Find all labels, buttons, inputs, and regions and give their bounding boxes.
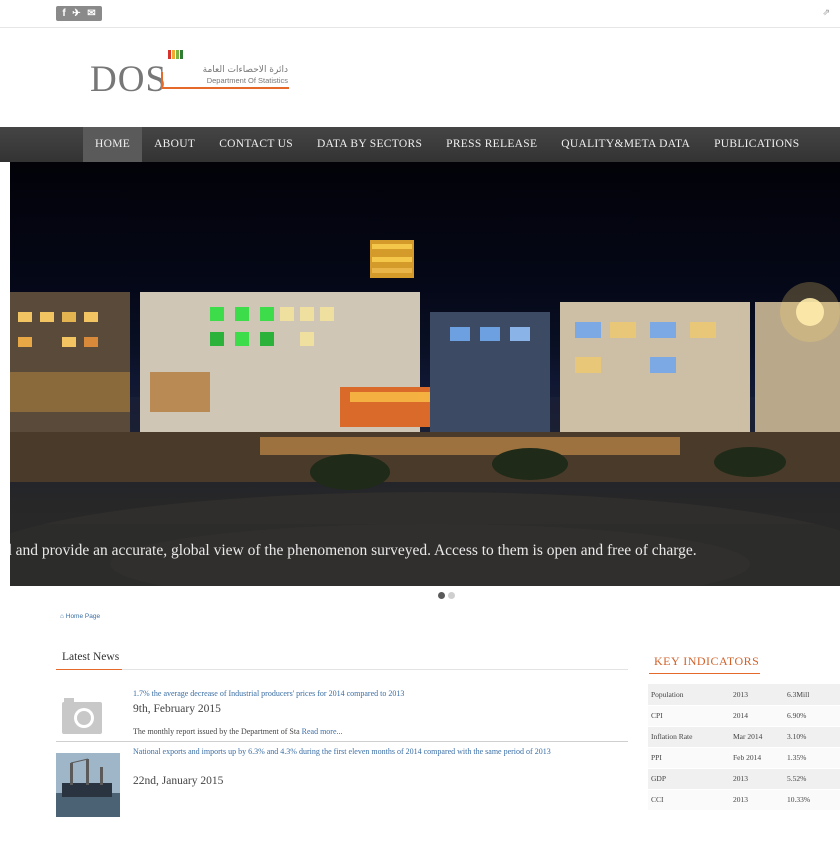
table-row: GDP 2013 5.52% [648,768,840,790]
camera-placeholder-icon [62,698,102,734]
news-date: 22nd, January 2015 [133,775,224,787]
indicator-name: Inflation Rate [648,726,730,748]
main-nav: HOME ABOUT CONTACT US DATA BY SECTORS PR… [0,127,840,162]
indicator-value: 5.52% [784,768,840,790]
news-headline-link[interactable]: National exports and imports up by 6.3% … [133,744,653,759]
nav-data-by-sectors[interactable]: DATA BY SECTORS [305,127,434,162]
hero-caption: d and provide an accurate, global view o… [10,542,697,559]
indicator-period: Feb 2014 [730,747,784,769]
indicator-name: PPI [648,747,730,769]
ship-photo-thumbnail[interactable] [56,753,120,817]
latest-news-underline [56,669,122,670]
indicator-name: GDP [648,768,730,790]
table-row: PPI Feb 2014 1.35% [648,747,840,769]
indicator-value: 10.33% [784,789,840,811]
hero-caption-bar: d and provide an accurate, global view o… [10,524,840,586]
slider-pagination [438,592,455,599]
indicator-value: 1.35% [784,747,840,769]
indicator-name: CCI [648,789,730,811]
key-indicators-underline [649,673,760,674]
nav-publications[interactable]: PUBLICATIONS [702,127,811,162]
home-icon: ⌂ [60,613,64,620]
indicator-period: 2014 [730,705,784,727]
latest-news-rule [122,669,628,670]
slide-dot-1[interactable] [438,592,445,599]
indicator-period: 2013 [730,684,784,706]
breadcrumb-home-link[interactable]: Home Page [66,613,100,620]
twitter-icon[interactable]: ✈ [72,6,80,21]
news-headline-link[interactable]: 1.7% the average decrease of Industrial … [133,686,653,701]
latest-news-title: Latest News [62,651,120,663]
indicator-value: 6.3Mill [784,684,840,706]
key-indicators-title: KEY INDICATORS [654,654,760,668]
hero-slider[interactable]: d and provide an accurate, global view o… [10,162,840,586]
logo-text: DOS [90,59,168,100]
slide-dot-2[interactable] [448,592,455,599]
news-separator [56,741,628,742]
site-logo[interactable]: DOS [90,50,184,100]
email-icon[interactable]: ✉ [87,6,95,21]
nav-contact-us[interactable]: CONTACT US [207,127,305,162]
logo-accent-line [161,72,163,88]
indicator-name: CPI [648,705,730,727]
top-bar: f ✈ ✉ ⇗ [0,0,840,28]
news-excerpt-text: The monthly report issued by the Departm… [133,727,300,736]
read-more-link[interactable]: Read more... [302,727,343,736]
social-links: f ✈ ✉ [56,6,102,21]
breadcrumb: ⌂ Home Page [60,613,100,620]
indicator-name: Population [648,684,730,706]
logo-arabic-name: دائرة الاحصاءات العامة [202,65,288,75]
key-indicators-table: Population 2013 6.3Mill CPI 2014 6.90% I… [648,684,840,811]
hero-night-city-image [10,240,840,586]
logo-accent-underline [161,87,289,89]
news-date: 9th, February 2015 [133,703,221,715]
logo-english-name: Department Of Statistics [206,76,288,85]
expand-icon[interactable]: ⇗ [822,8,830,18]
nav-about[interactable]: ABOUT [142,127,207,162]
indicator-period: 2013 [730,768,784,790]
facebook-icon[interactable]: f [62,6,65,21]
nav-home[interactable]: HOME [83,127,143,162]
nav-quality-meta-data[interactable]: QUALITY&META DATA [549,127,702,162]
nav-press-release[interactable]: PRESS RELEASE [434,127,549,162]
indicator-period: 2013 [730,789,784,811]
indicator-value: 6.90% [784,705,840,727]
indicator-value: 3.10% [784,726,840,748]
table-row: Population 2013 6.3Mill [648,684,840,706]
table-row: CPI 2014 6.90% [648,705,840,727]
news-excerpt: The monthly report issued by the Departm… [133,727,343,736]
table-row: Inflation Rate Mar 2014 3.10% [648,726,840,748]
indicator-period: Mar 2014 [730,726,784,748]
table-row: CCI 2013 10.33% [648,789,840,811]
